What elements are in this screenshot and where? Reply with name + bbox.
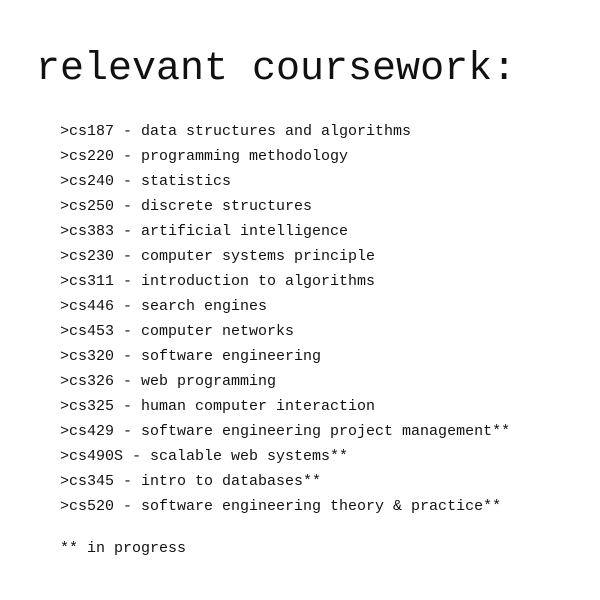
course-list: >cs187 - data structures and algorithms … — [60, 119, 510, 519]
course-item: >cs311 - introduction to algorithms — [60, 273, 376, 290]
course-item: >cs383 - artificial intelligence — [60, 223, 349, 240]
course-item: >cs250 - discrete structures — [60, 198, 313, 215]
page-title: relevant coursework: — [36, 47, 517, 92]
course-item: >cs187 - data structures and algorithms — [60, 123, 412, 140]
course-item: >cs326 - web programming — [60, 373, 277, 390]
course-item: >cs446 - search engines — [60, 298, 268, 315]
course-item: >cs453 - computer networks — [60, 323, 295, 340]
coursework-page: relevant coursework: >cs187 - data struc… — [0, 0, 600, 600]
in-progress-footnote: ** in progress — [60, 540, 187, 557]
course-item: >cs520 - software engineering theory & p… — [60, 498, 502, 515]
course-item: >cs240 - statistics — [60, 173, 232, 190]
course-item: >cs429 - software engineering project ma… — [60, 423, 511, 440]
course-item: >cs345 - intro to databases** — [60, 473, 322, 490]
course-item: >cs490S - scalable web systems** — [60, 448, 349, 465]
course-item: >cs325 - human computer interaction — [60, 398, 376, 415]
course-item: >cs220 - programming methodology — [60, 148, 349, 165]
course-item: >cs230 - computer systems principle — [60, 248, 376, 265]
course-item: >cs320 - software engineering — [60, 348, 322, 365]
